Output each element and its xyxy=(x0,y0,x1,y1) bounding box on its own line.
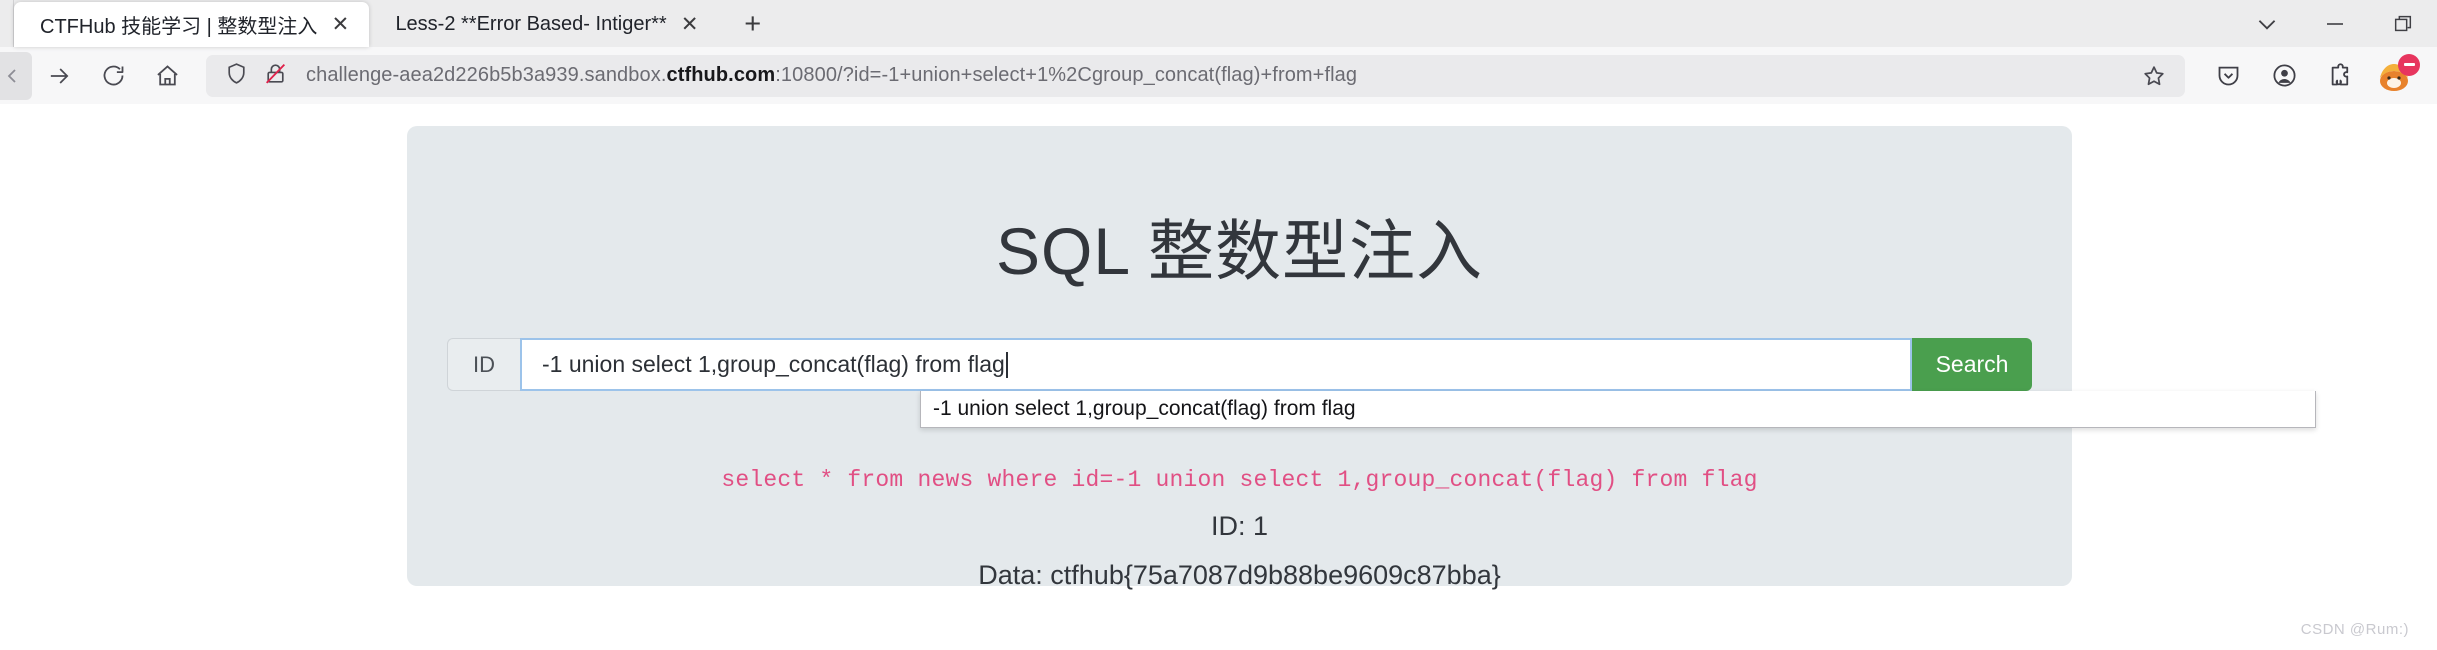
tab-title: Less-2 **Error Based- Intiger** xyxy=(395,13,667,35)
shield-icon[interactable] xyxy=(224,61,249,91)
window-controls xyxy=(2233,0,2437,47)
new-tab-button[interactable]: + xyxy=(733,4,773,44)
url-bar-icons xyxy=(224,61,288,91)
tab-list-chevron-down-icon[interactable] xyxy=(2233,0,2301,47)
watermark: CSDN @Rum:) xyxy=(2300,621,2409,638)
tab-title: CTFHub 技能学习 | 整数型注入 xyxy=(40,16,318,38)
toolbar-right-actions xyxy=(2203,53,2421,99)
autocomplete-item[interactable]: -1 union select 1,group_concat(flag) fro… xyxy=(921,391,2315,427)
home-button[interactable] xyxy=(140,52,194,100)
navigation-toolbar: challenge-aea2d226b5b3a939.sandbox.ctfhu… xyxy=(0,47,2437,104)
id-input-value: -1 union select 1,group_concat(flag) fro… xyxy=(542,351,1005,377)
autocomplete-dropdown[interactable]: -1 union select 1,group_concat(flag) fro… xyxy=(920,391,2316,428)
pocket-save-icon[interactable] xyxy=(2203,53,2253,99)
url-suffix: :10800/?id=-1+union+select+1%2Cgroup_con… xyxy=(775,64,1358,86)
url-prefix: challenge-aea2d226b5b3a939.sandbox. xyxy=(306,64,667,86)
url-text[interactable]: challenge-aea2d226b5b3a939.sandbox.ctfhu… xyxy=(306,64,2133,87)
firefox-icon-wrapper xyxy=(2374,53,2420,96)
search-form: ID -1 union select 1,group_concat(flag) … xyxy=(407,338,2316,428)
reload-button[interactable] xyxy=(86,52,140,100)
notification-badge xyxy=(2398,53,2420,76)
tab-strip: CTFHub 技能学习 | 整数型注入 ✕ Less-2 **Error Bas… xyxy=(0,0,2437,47)
result-id: ID: 1 xyxy=(1210,511,1269,541)
sql-query-text: select * from news where id=-1 union sel… xyxy=(721,467,1758,493)
page-title: SQL 整数型注入 xyxy=(996,214,1483,288)
close-icon[interactable]: ✕ xyxy=(327,12,353,38)
extensions-puzzle-icon[interactable] xyxy=(2315,53,2365,99)
minimize-icon[interactable] xyxy=(2301,0,2369,47)
search-button[interactable]: Search xyxy=(1912,338,2032,391)
nav-buttons xyxy=(0,51,194,100)
restore-window-icon[interactable] xyxy=(2369,0,2437,47)
lock-crossed-icon[interactable] xyxy=(263,61,288,91)
text-caret xyxy=(1005,351,1008,378)
id-input[interactable]: -1 union select 1,group_concat(flag) fro… xyxy=(520,338,1912,391)
id-label: ID xyxy=(447,338,520,391)
tab-strip-left-edge xyxy=(2,0,14,47)
back-button[interactable] xyxy=(0,51,32,100)
content-panel: SQL 整数型注入 ID -1 union select 1,group_con… xyxy=(407,126,2316,590)
tab-ctfhub[interactable]: CTFHub 技能学习 | 整数型注入 ✕ xyxy=(14,2,370,47)
forward-button[interactable] xyxy=(32,52,86,100)
browser-window: CTFHub 技能学习 | 整数型注入 ✕ Less-2 **Error Bas… xyxy=(0,0,2437,650)
tab-less-2[interactable]: Less-2 **Error Based- Intiger** ✕ xyxy=(369,2,718,47)
account-circle-icon[interactable] xyxy=(2259,53,2309,99)
url-bar[interactable]: challenge-aea2d226b5b3a939.sandbox.ctfhu… xyxy=(206,54,2185,97)
result-data-flag: Data: ctfhub{75a7087d9b88be9609c87bba} xyxy=(978,560,1501,590)
bookmark-star-icon[interactable] xyxy=(2133,57,2175,95)
close-icon[interactable]: ✕ xyxy=(677,12,703,38)
page-viewport: SQL 整数型注入 ID -1 union select 1,group_con… xyxy=(0,104,2437,650)
id-input-group: ID -1 union select 1,group_concat(flag) … xyxy=(447,338,2032,391)
firefox-fox-icon[interactable] xyxy=(2371,53,2421,99)
url-domain: ctfhub.com xyxy=(666,64,776,86)
